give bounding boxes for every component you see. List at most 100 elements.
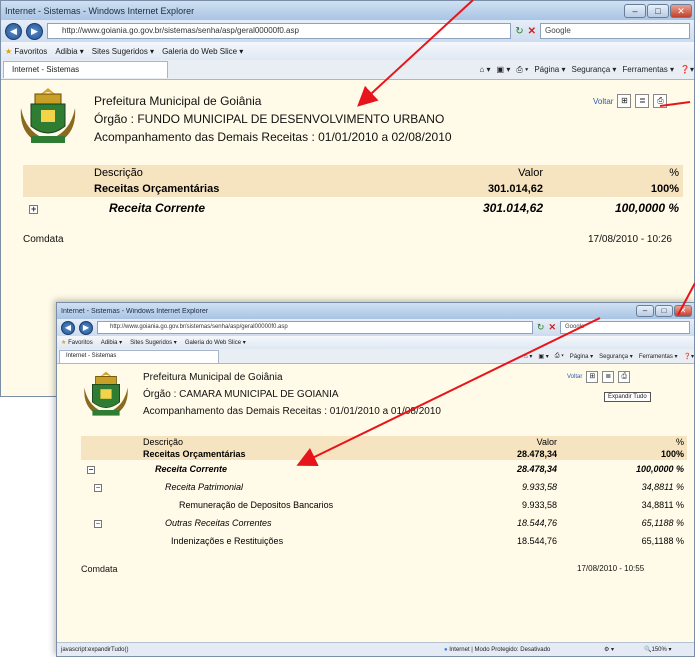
header-orgao: Órgão : FUNDO MUNICIPAL DE DESENVOLVIMEN… xyxy=(94,112,445,126)
row-desc: Receita Corrente xyxy=(155,464,228,474)
favorites-button[interactable]: ★ Favoritos xyxy=(5,47,47,56)
security-menu[interactable]: Segurança ▾ xyxy=(571,65,616,75)
feeds-icon[interactable]: ▣ ▾ xyxy=(538,353,548,360)
stop-icon[interactable]: ✕ xyxy=(528,26,536,37)
row-desc: Receitas Orçamentárias xyxy=(143,449,246,459)
forward-button[interactable]: ▶ xyxy=(79,320,93,335)
report-toolbar: Voltar ⊞ ≣ ⎙ xyxy=(567,371,631,383)
favorite-item-sites[interactable]: Sites Sugeridos ▾ xyxy=(130,339,177,346)
stop-icon[interactable]: ✕ xyxy=(548,322,556,333)
tools-menu[interactable]: Ferramentas ▾ xyxy=(639,353,678,360)
url-field[interactable]: http://www.goiania.go.gov.br/sistemas/se… xyxy=(47,23,512,39)
zone-settings-icon[interactable]: ⚙ ▾ xyxy=(604,646,644,653)
table-row[interactable]: + Receita Corrente 301.014,62 100,0000 % xyxy=(23,197,683,219)
browser-window-front: Internet - Sistemas - Windows Internet E… xyxy=(56,302,695,657)
back-button[interactable]: ◀ xyxy=(5,22,22,40)
star-icon: ★ xyxy=(61,340,67,346)
row-value: 18.544,76 xyxy=(516,518,557,528)
favorite-item-adibia[interactable]: Adibia ▾ xyxy=(55,47,83,56)
expand-plus-icon[interactable]: + xyxy=(29,205,38,214)
footer-timestamp: 17/08/2010 - 10:55 xyxy=(577,564,645,573)
refresh-icon[interactable]: ↻ xyxy=(537,322,545,333)
command-bar: ⌂ ▾ ▣ ▾ ⎙ ▾ Página ▾ Segurança ▾ Ferrame… xyxy=(524,353,694,360)
report-toolbar: Voltar ⊞ ≣ ⎙ xyxy=(593,94,668,108)
table-row[interactable]: − Receita Patrimonial 9.933,58 34,8811 % xyxy=(81,478,687,496)
search-input[interactable]: Google xyxy=(540,23,690,39)
url-field[interactable]: http://www.goiania.go.gov.br/sistemas/se… xyxy=(97,321,533,334)
row-value: 9.933,58 xyxy=(521,482,557,492)
address-bar-row: ◀ ▶ http://www.goiania.go.gov.br/sistema… xyxy=(57,319,694,336)
refresh-icon[interactable]: ↻ xyxy=(515,26,523,37)
page-content: Prefeitura Municipal de Goiânia Órgão : … xyxy=(57,364,694,642)
home-icon[interactable]: ⌂ ▾ xyxy=(479,65,490,75)
collapse-icon[interactable]: ≣ xyxy=(602,371,615,383)
header-periodo: Acompanhamento das Demais Receitas : 01/… xyxy=(94,130,452,144)
security-menu[interactable]: Segurança ▾ xyxy=(599,353,633,360)
favorite-item-galeria[interactable]: Galeria do Web Slice ▾ xyxy=(185,339,246,346)
maximize-button[interactable]: □ xyxy=(647,3,669,18)
voltar-link[interactable]: Voltar xyxy=(567,374,582,380)
table-row: Indenizações e Restituições 18.544,76 65… xyxy=(81,532,687,550)
close-button[interactable]: ✕ xyxy=(674,305,692,317)
address-bar-row: ◀ ▶ http://www.goiania.go.gov.br/sistema… xyxy=(1,20,694,42)
voltar-link[interactable]: Voltar xyxy=(593,97,613,106)
favorite-item-galeria[interactable]: Galeria do Web Slice ▾ xyxy=(162,47,243,56)
back-button[interactable]: ◀ xyxy=(61,320,75,335)
close-button[interactable]: ✕ xyxy=(670,3,692,18)
row-desc: Outras Receitas Correntes xyxy=(165,518,272,528)
favorite-item-sites[interactable]: Sites Sugeridos ▾ xyxy=(92,47,154,56)
print-icon[interactable]: ⎙ ▾ xyxy=(555,353,564,360)
collapse-icon[interactable]: ≣ xyxy=(635,94,650,108)
col-valor: Valor xyxy=(518,167,543,179)
header-prefeitura: Prefeitura Municipal de Goiânia xyxy=(94,94,262,108)
tab-bar: Internet - Sistemas ⌂ ▾ ▣ ▾ ⎙ ▾ Página ▾… xyxy=(1,60,694,80)
table-row[interactable]: − Outras Receitas Correntes 18.544,76 65… xyxy=(81,514,687,532)
zoom-level[interactable]: 🔍150% ▾ xyxy=(644,646,694,653)
home-icon[interactable]: ⌂ ▾ xyxy=(524,353,532,360)
favorite-item-adibia[interactable]: Adibia ▾ xyxy=(101,339,122,346)
help-icon[interactable]: ❓▾ xyxy=(684,353,694,360)
title-bar: Internet - Sistemas - Windows Internet E… xyxy=(1,1,694,20)
minimize-button[interactable]: – xyxy=(636,305,654,317)
feeds-icon[interactable]: ▣ ▾ xyxy=(497,65,511,75)
collapse-minus-icon[interactable]: − xyxy=(94,484,102,492)
print-icon[interactable]: ⎙ ▾ xyxy=(516,65,528,75)
expand-all-icon[interactable]: ⊞ xyxy=(586,371,599,383)
minimize-button[interactable]: – xyxy=(624,3,646,18)
collapse-minus-icon[interactable]: − xyxy=(94,520,102,528)
collapse-minus-icon[interactable]: − xyxy=(87,466,95,474)
table-header-row: Descrição Valor % xyxy=(23,165,683,181)
report-header: Prefeitura Municipal de Goiânia Órgão : … xyxy=(143,369,441,420)
tools-menu[interactable]: Ferramentas ▾ xyxy=(622,65,674,75)
row-percent: 65,1188 % xyxy=(641,536,684,546)
city-crest-logo xyxy=(84,371,128,416)
status-bar: javascript:expandirTudo() ● Internet | M… xyxy=(57,642,694,656)
row-percent: 100% xyxy=(660,449,684,459)
security-zone: ● Internet | Modo Protegido: Desativado xyxy=(444,646,551,653)
tab-internet-sistemas[interactable]: Internet - Sistemas xyxy=(3,61,168,78)
row-percent: 100% xyxy=(650,183,679,195)
print-icon[interactable]: ⎙ xyxy=(618,371,631,383)
window-title: Internet - Sistemas - Windows Internet E… xyxy=(61,307,209,315)
window-controls: – □ ✕ xyxy=(636,305,692,317)
tab-internet-sistemas[interactable]: Internet - Sistemas xyxy=(59,349,219,363)
search-input[interactable]: Google xyxy=(560,321,690,334)
row-percent: 65,1188 % xyxy=(641,518,684,528)
col-descricao: Descrição xyxy=(143,437,184,447)
command-bar: ⌂ ▾ ▣ ▾ ⎙ ▾ Página ▾ Segurança ▾ Ferrame… xyxy=(479,65,694,75)
page-menu[interactable]: Página ▾ xyxy=(570,353,593,360)
header-orgao: Órgão : CAMARA MUNICIPAL DE GOIANIA xyxy=(143,389,339,400)
maximize-button[interactable]: □ xyxy=(655,305,673,317)
favorites-button[interactable]: ★ Favoritos xyxy=(61,339,93,346)
table-row: Remuneração de Depositos Bancarios 9.933… xyxy=(81,496,687,514)
help-icon[interactable]: ❓▾ xyxy=(680,65,694,75)
col-descricao: Descrição xyxy=(94,167,143,179)
expand-all-icon[interactable]: ⊞ xyxy=(617,94,632,108)
table-row[interactable]: − Receita Corrente 28.478,34 100,0000 % xyxy=(81,460,687,478)
row-value: 28.478,34 xyxy=(516,449,557,459)
print-icon[interactable]: ⎙ xyxy=(653,94,668,108)
footer-timestamp: 17/08/2010 - 10:26 xyxy=(588,234,672,245)
forward-button[interactable]: ▶ xyxy=(26,22,43,40)
row-desc: Remuneração de Depositos Bancarios xyxy=(179,500,334,510)
page-menu[interactable]: Página ▾ xyxy=(534,65,565,75)
